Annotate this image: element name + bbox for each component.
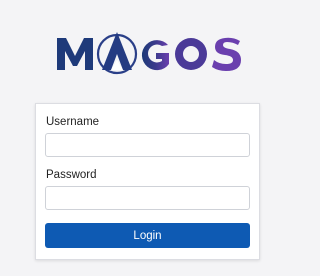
magos-logo-icon bbox=[57, 32, 241, 75]
magos-logo: MAGOS bbox=[55, 24, 245, 80]
login-button[interactable]: Login bbox=[45, 223, 250, 248]
username-label: Username bbox=[46, 116, 100, 128]
password-input[interactable] bbox=[45, 186, 250, 210]
username-input[interactable] bbox=[45, 133, 250, 157]
password-label: Password bbox=[46, 169, 97, 181]
login-card: Username Password Login bbox=[35, 103, 260, 260]
